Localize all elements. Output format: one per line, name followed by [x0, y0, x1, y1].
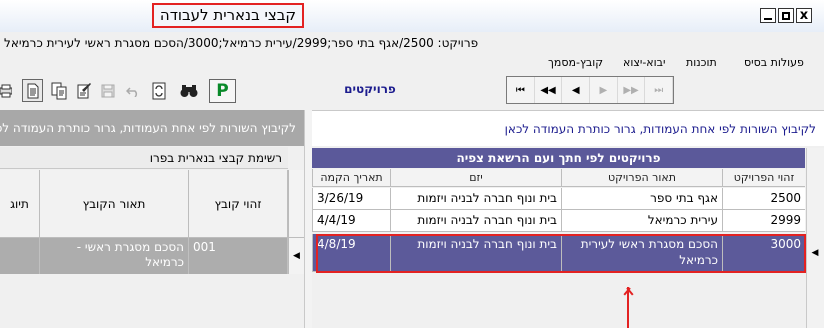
previous-page-button[interactable]: ◀◀	[535, 77, 563, 103]
cell-project-description[interactable]: אגף בתי ספר	[561, 188, 722, 210]
cell-tag[interactable]	[0, 238, 40, 274]
annotation-arrow	[627, 287, 629, 328]
print-icon[interactable]	[0, 79, 12, 102]
first-record-button[interactable]: ⏮	[507, 77, 535, 103]
files-grid-caption: רשימת קבצי בנארית בפרו	[0, 147, 288, 169]
table-row[interactable]: 2500 אגף בתי ספר בית ונוף חברה לבניה ויז…	[312, 188, 805, 210]
copy-icon[interactable]	[48, 79, 69, 102]
last-record-button[interactable]: ⏭	[645, 77, 674, 103]
files-grid-panel: לקיבוץ השורות לפי אחת העמודות, גרור כותר…	[0, 110, 304, 328]
cell-project-description[interactable]: עירית כרמיאל	[561, 210, 722, 232]
save-icon[interactable]	[97, 79, 118, 102]
cell-developer[interactable]: בית ונוף חברה לבניה ויזמות	[390, 188, 561, 210]
edit-icon[interactable]	[73, 79, 94, 102]
projects-label: פרויקטים	[344, 82, 396, 96]
next-record-button[interactable]: ▶	[590, 77, 618, 103]
panel-splitter[interactable]	[304, 110, 312, 328]
cell-creation-date[interactable]: 3/26/19	[312, 188, 390, 210]
title-bar	[0, 0, 824, 32]
cell-creation-date[interactable]: 4/8/19	[312, 234, 390, 272]
project-path: פרויקט: 2500/אגף בתי ספר;2999/עירית כרמי…	[4, 36, 479, 50]
cell-project-id[interactable]: 2999	[722, 210, 805, 232]
window-title: קבצי בנארית לעבודה	[152, 3, 304, 28]
grid-empty-area	[312, 274, 805, 328]
p-button[interactable]: P	[209, 79, 236, 103]
next-page-button[interactable]: ▶▶	[618, 77, 646, 103]
group-by-hint[interactable]: לקיבוץ השורות לפי אחת העמודות, גרור כותר…	[0, 110, 304, 146]
document-icon[interactable]	[22, 79, 43, 102]
binoculars-icon[interactable]	[178, 79, 199, 102]
close-icon: x	[799, 8, 809, 23]
group-by-hint[interactable]: לקיבוץ השורות לפי אחת העמודות, גרור כותר…	[312, 110, 824, 146]
minimize-icon	[764, 17, 772, 20]
column-header-tag[interactable]: תיוג	[0, 170, 40, 238]
maximize-button[interactable]	[778, 8, 794, 23]
column-header-creation-date[interactable]: תאריך הקמה	[312, 169, 390, 187]
projects-grid-caption: פרויקטים לפי חתך ועם הרשאת צפיה	[312, 148, 805, 168]
menu-import-export[interactable]: יבוא-יצוא	[623, 56, 665, 70]
menu-basic-actions[interactable]: פעולות בסיס	[744, 56, 804, 70]
row-indicator-header	[288, 170, 304, 238]
cell-project-description[interactable]: הסכם מסגרת ראשי לעירית כרמיאל	[561, 234, 722, 272]
row-indicator-icon: ◀	[288, 238, 304, 274]
table-row[interactable]: 2999 עירית כרמיאל בית ונוף חברה לבניה וי…	[312, 210, 805, 232]
table-row[interactable]: 001 הסכם מסגרת ראשי - כרמיאל	[0, 238, 288, 274]
table-row-selected[interactable]: 3000 הסכם מסגרת ראשי לעירית כרמיאל בית ו…	[312, 234, 805, 272]
cell-project-id[interactable]: 3000	[722, 234, 805, 272]
column-header-file-id[interactable]: זהוי קובץ	[189, 170, 288, 238]
maximize-icon	[782, 11, 790, 20]
column-header-project-id[interactable]: זהוי הפרויקט	[722, 169, 805, 187]
column-header-project-description[interactable]: תאור הפרויקט	[561, 169, 722, 187]
cell-project-id[interactable]: 2500	[722, 188, 805, 210]
cell-file-description[interactable]: הסכם מסגרת ראשי - כרמיאל	[40, 238, 189, 274]
column-header-file-description[interactable]: תאור הקובץ	[40, 170, 189, 238]
column-header-developer[interactable]: יזם	[390, 169, 561, 187]
undo-icon[interactable]	[122, 79, 143, 102]
row-indicator-icon: ◀	[811, 248, 819, 258]
refresh-icon[interactable]	[148, 79, 169, 102]
minimize-button[interactable]	[760, 8, 776, 23]
close-button[interactable]: x	[796, 8, 812, 23]
cell-developer[interactable]: בית ונוף חברה לבניה ויזמות	[390, 234, 561, 272]
record-navigator: ⏮ ◀◀ ◀ ▶ ▶▶ ⏭	[506, 76, 674, 104]
menu-programs[interactable]: תוכנות	[686, 56, 717, 70]
cell-creation-date[interactable]: 4/4/19	[312, 210, 390, 232]
cell-developer[interactable]: בית ונוף חברה לבניה ויזמות	[390, 210, 561, 232]
menu-file-document[interactable]: קובץ-מסמך	[548, 56, 603, 70]
cell-file-id[interactable]: 001	[189, 238, 288, 274]
previous-record-button[interactable]: ◀	[562, 77, 591, 103]
